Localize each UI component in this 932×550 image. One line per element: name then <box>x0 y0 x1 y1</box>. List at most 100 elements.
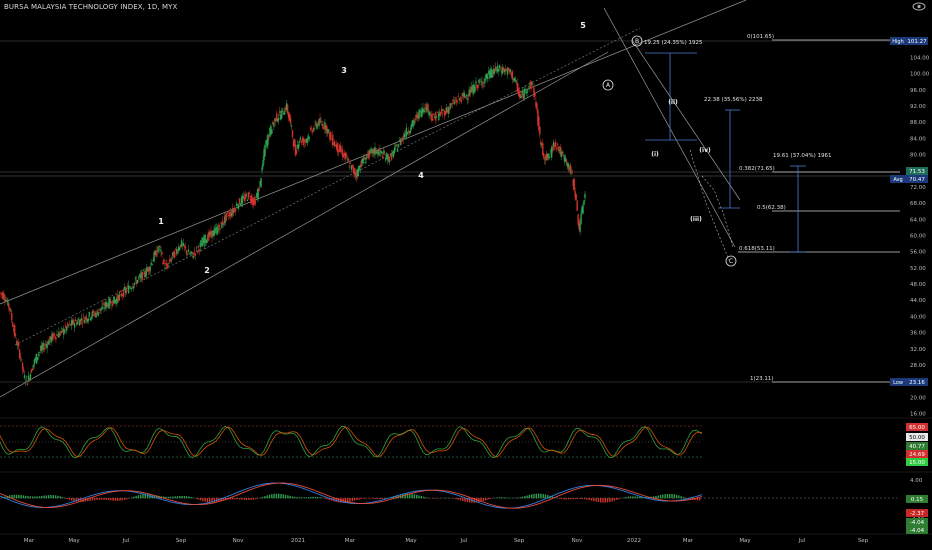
candle-body <box>497 69 500 72</box>
candle-body <box>382 155 384 159</box>
candle-body <box>176 252 179 253</box>
candle-body <box>160 249 162 252</box>
macd-histogram-bar <box>107 498 110 501</box>
candle-body <box>298 140 301 143</box>
macd-histogram-bar <box>167 496 169 499</box>
candle-body <box>484 78 486 83</box>
macd-histogram-bar <box>298 497 301 499</box>
macd-histogram-bar <box>482 498 485 502</box>
candle-body <box>314 122 316 123</box>
macd-histogram-bar <box>250 498 252 500</box>
macd-histogram-bar <box>57 495 59 499</box>
macd-histogram-bar <box>289 495 291 499</box>
macd-histogram-bar <box>535 493 537 499</box>
candle-body <box>575 193 577 201</box>
candle-body <box>32 364 35 367</box>
price-tick-label: 56.00 <box>910 250 926 256</box>
candle-body <box>554 141 557 147</box>
fib-level-label: 1(23.11) <box>750 376 774 382</box>
macd-histogram-bar <box>259 497 261 499</box>
candle-body <box>145 267 147 276</box>
candle-body <box>466 98 468 100</box>
macd-histogram-bar <box>36 496 38 499</box>
candle-body <box>90 316 92 320</box>
candle-body <box>48 340 50 345</box>
candle-body <box>127 285 130 294</box>
macd-histogram-bar <box>625 496 627 499</box>
candle-body <box>339 145 342 152</box>
candle-body <box>76 321 79 325</box>
macd-tag-value: 0.15 <box>911 497 924 503</box>
macd-histogram-bar <box>570 498 572 500</box>
macd-histogram-bar <box>673 494 675 499</box>
macd-histogram-bar <box>245 498 248 500</box>
macd-histogram-bar <box>15 494 18 499</box>
candle-body <box>29 373 32 380</box>
candle-body <box>170 259 172 262</box>
price-tag-label: Avg <box>893 177 902 183</box>
macd-histogram-bar <box>609 498 611 502</box>
candle-body <box>482 85 484 86</box>
candle-body <box>174 251 176 258</box>
macd-histogram-bar <box>296 497 298 499</box>
price-tick-label: 68.00 <box>910 201 926 207</box>
candle-body <box>102 303 104 305</box>
osc-tag-value: 65.00 <box>909 425 925 431</box>
wave-label: A <box>606 82 611 89</box>
candle-body <box>498 65 501 69</box>
candle-body <box>262 160 264 167</box>
macd-histogram-bar <box>427 497 429 499</box>
candle-body <box>526 90 528 94</box>
candle-body <box>465 94 467 97</box>
candle-body <box>163 259 165 265</box>
macd-histogram-bar <box>96 498 98 500</box>
time-tick-label: Nov <box>572 538 583 544</box>
candle-body <box>441 108 443 112</box>
candle-body <box>132 286 135 289</box>
macd-histogram-bar <box>432 498 434 499</box>
candle-body <box>396 148 399 152</box>
macd-histogram-bar <box>351 498 353 502</box>
time-tick-label: Nov <box>233 538 244 544</box>
macd-histogram-bar <box>61 497 64 499</box>
candle-body <box>196 250 198 252</box>
macd-histogram-bar <box>611 498 613 502</box>
candle-body <box>457 95 460 97</box>
candle-body <box>95 312 97 318</box>
price-tick-label: 88.00 <box>910 120 926 126</box>
candle-body <box>60 331 62 333</box>
candle-body <box>88 311 91 317</box>
macd-histogram-bar <box>317 496 319 499</box>
candle-body <box>103 307 105 309</box>
fib-level-label: 0.382(71.65) <box>739 166 775 172</box>
candle-body <box>569 164 571 174</box>
macd-histogram-bar <box>169 496 172 499</box>
candle-body <box>22 369 25 372</box>
macd-histogram-bar <box>64 497 66 499</box>
price-chart[interactable]: 104.00100.0096.0092.0088.0084.0080.0076.… <box>0 0 932 550</box>
projection-path <box>701 175 734 249</box>
candle-body <box>87 318 90 322</box>
candle-body <box>258 188 260 192</box>
macd-histogram-bar <box>606 498 609 503</box>
candle-body <box>582 205 584 214</box>
candle-body <box>536 103 538 110</box>
candle-body <box>125 290 128 292</box>
time-tick-label: 2022 <box>627 538 641 544</box>
candle-body <box>494 66 497 72</box>
candle-body <box>429 111 431 115</box>
macd-histogram-bar <box>27 496 29 499</box>
candle-body <box>432 119 434 121</box>
candle-body <box>56 334 58 336</box>
price-tick-label: 44.00 <box>910 298 926 304</box>
candle-body <box>24 381 27 383</box>
candle-body <box>475 81 477 84</box>
candle-body <box>166 263 168 268</box>
candle-body <box>77 319 80 321</box>
candle-body <box>8 303 10 308</box>
macd-histogram-bar <box>236 498 238 500</box>
candle-body <box>235 203 238 207</box>
price-tick-label: 80.00 <box>910 153 926 159</box>
candle-body <box>334 141 336 147</box>
macd-histogram-bar <box>137 495 140 499</box>
